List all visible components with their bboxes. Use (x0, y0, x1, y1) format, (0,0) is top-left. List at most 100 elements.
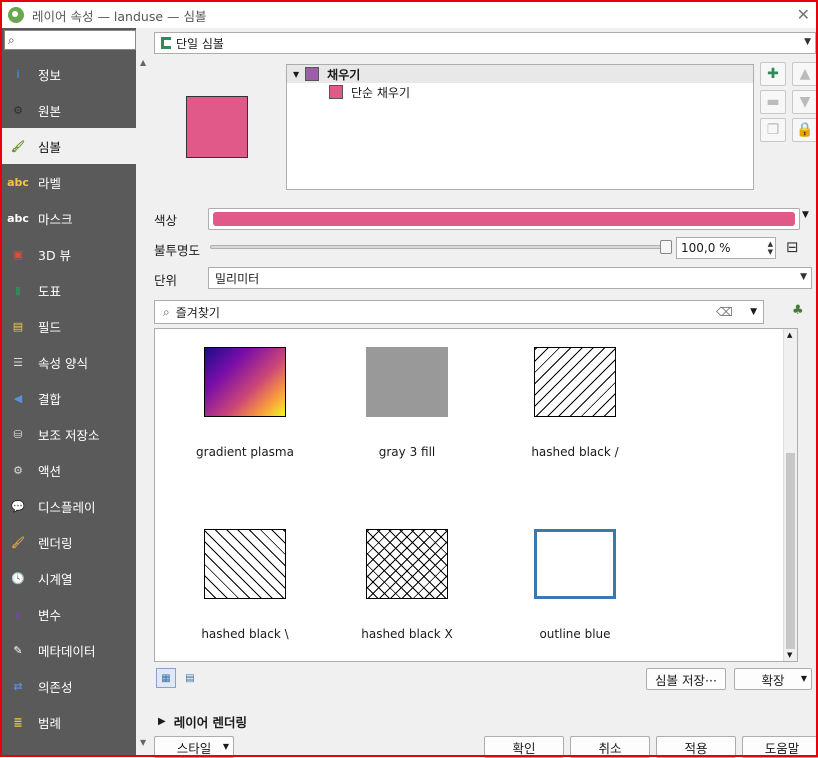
legend-icon: ≣ (13, 715, 23, 729)
unit-value: 밀리미터 (215, 271, 260, 286)
search-icon: ⌕ (163, 304, 170, 319)
color-dropdown-icon[interactable]: ▼ (802, 210, 809, 220)
gallery-scrollbar[interactable]: ▲ ▼ (783, 329, 797, 661)
source-gears-icon: ⚙ (13, 103, 23, 117)
metadata-icon: ✎ (13, 643, 23, 657)
add-symbol-layer-button[interactable]: ✚ (760, 62, 786, 86)
hash-back-swatch (204, 529, 286, 599)
sidebar-item-label: 속성 양식 (38, 355, 88, 371)
advanced-button[interactable]: 확장 ▼ (734, 668, 812, 690)
sidebar-item-4[interactable]: abc 라벨 (2, 164, 138, 200)
gallery-item[interactable]: gradient plasma (165, 347, 325, 459)
lock-icon: 🔒 (796, 122, 814, 138)
duplicate-layer-button[interactable]: ❐ (760, 118, 786, 142)
scroll-down-icon[interactable]: ▼ (140, 738, 146, 747)
sidebar-item-18[interactable]: ⇄ 의존성 (2, 668, 138, 704)
gray-fill-swatch (366, 347, 448, 417)
sidebar-item-2[interactable]: ⚙ 원본 (2, 92, 138, 128)
opacity-spinbox[interactable]: 100,0 % ▲ ▼ (676, 237, 776, 259)
sidebar-item-15[interactable]: 🕓 시계열 (2, 560, 138, 596)
sidebar-item-6[interactable]: ▣ 3D 뷰 (2, 236, 138, 272)
ok-label: 확인 (512, 740, 536, 756)
cancel-label: 취소 (598, 740, 622, 756)
tree-child-label: 단순 채우기 (351, 85, 411, 100)
scroll-up-icon[interactable]: ▲ (140, 58, 146, 67)
gallery-item[interactable]: gray 3 fill (327, 347, 487, 459)
variable-epsilon-icon: ε (14, 607, 22, 621)
cancel-button[interactable]: 취소 (570, 736, 650, 758)
sidebar-item-13[interactable]: 💬 디스플레이 (2, 488, 138, 524)
list-view-button[interactable]: ▤ (180, 668, 200, 688)
unit-select[interactable]: 밀리미터 ▼ (208, 267, 812, 289)
spin-arrows-icon[interactable]: ▲ ▼ (768, 240, 773, 256)
scroll-up-icon[interactable]: ▲ (787, 331, 792, 339)
style-manager-icon[interactable]: ♣ (792, 303, 804, 318)
lock-layer-button[interactable]: 🔒 (792, 118, 818, 142)
scroll-down-icon[interactable]: ▼ (787, 651, 792, 659)
sidebar-item-14[interactable]: 🖌 렌더링 (2, 524, 138, 560)
sidebar-item-1[interactable]: i 정보 (2, 56, 138, 92)
symbol-layer-tree[interactable]: ▼ 채우기 단순 채우기 (286, 64, 754, 190)
sidebar-item-17[interactable]: ✎ 메타데이터 (2, 632, 138, 668)
info-icon: i (16, 67, 20, 81)
sidebar-search-input[interactable]: ⌕ (4, 30, 136, 50)
expand-triangle-icon[interactable]: ▼ (293, 70, 299, 79)
rendering-brush-icon: 🖌 (11, 535, 25, 549)
search-icon: ⌕ (8, 32, 15, 47)
color-picker-button[interactable] (208, 208, 800, 230)
remove-symbol-layer-button[interactable]: ▬ (760, 90, 786, 114)
save-symbol-button[interactable]: 심볼 저장··· (646, 668, 726, 690)
sidebar-item-12[interactable]: ⚙ 액션 (2, 452, 138, 488)
sidebar-item-label: 액션 (38, 463, 62, 479)
sidebar-item-label: 심볼 (38, 139, 62, 155)
sidebar-item-label: 디스플레이 (38, 499, 96, 515)
sidebar-item-label: 범례 (38, 715, 62, 731)
move-down-button[interactable]: ▼ (792, 90, 818, 114)
close-icon[interactable]: ✕ (797, 5, 810, 24)
scroll-thumb[interactable] (786, 453, 795, 649)
gallery-item[interactable]: hashed black \ (165, 529, 325, 641)
chevron-down-icon[interactable]: ▼ (750, 307, 757, 317)
sidebar-item-5[interactable]: abc 마스크 (2, 200, 138, 236)
sidebar-item-11[interactable]: ⛁ 보조 저장소 (2, 416, 138, 452)
symbol-gallery: gradient plasma gray 3 fill hashed black… (154, 328, 798, 662)
opacity-slider-track[interactable] (210, 245, 664, 249)
chevron-down-icon: ▼ (800, 674, 807, 683)
sidebar-item-9[interactable]: ☰ 속성 양식 (2, 344, 138, 380)
sidebar-item-8[interactable]: ▤ 필드 (2, 308, 138, 344)
sidebar-item-16[interactable]: ε 변수 (2, 596, 138, 632)
tree-child-simple-fill[interactable]: 단순 채우기 (287, 83, 753, 101)
display-bubble-icon: 💬 (11, 499, 25, 513)
fields-table-icon: ▤ (12, 319, 24, 333)
gallery-item[interactable]: hashed black / (495, 347, 655, 459)
renderer-type-select[interactable]: 단일 심볼 ▼ (154, 32, 816, 54)
help-button[interactable]: 도움말 (742, 736, 818, 758)
style-button[interactable]: 스타일 ▼ (154, 736, 234, 758)
sidebar-item-19[interactable]: ≣ 범례 (2, 704, 138, 740)
sidebar-item-10[interactable]: ◀ 결합 (2, 380, 138, 416)
paintbrush-icon: 🖌 (11, 139, 25, 153)
sidebar-item-7[interactable]: ▮ 도표 (2, 272, 138, 308)
tree-root-fill[interactable]: ▼ 채우기 (287, 65, 753, 83)
sidebar-scrollbar[interactable]: ▲ ▼ (136, 28, 152, 755)
data-defined-override-icon[interactable]: ⊟ (786, 238, 799, 256)
favorites-search[interactable]: ⌕ 즐겨찾기 ⌫ ▼ (154, 300, 764, 324)
icon-view-button[interactable]: ▦ (156, 668, 176, 688)
sidebar-item-label: 보조 저장소 (38, 427, 100, 443)
gallery-item-label: gray 3 fill (378, 445, 436, 459)
layer-rendering-section[interactable]: ▶ 레이어 렌더링 (158, 712, 247, 731)
gallery-item[interactable]: hashed black X (327, 529, 487, 641)
apply-button[interactable]: 적용 (656, 736, 736, 758)
move-up-button[interactable]: ▲ (792, 62, 818, 86)
opacity-slider-handle[interactable] (660, 240, 672, 254)
ok-button[interactable]: 확인 (484, 736, 564, 758)
gallery-item-label: outline blue (539, 627, 611, 641)
gallery-item-label: hashed black / (531, 445, 619, 459)
simple-fill-swatch (329, 85, 343, 99)
sidebar-item-3[interactable]: 🖌 심볼 (2, 128, 138, 164)
gallery-item[interactable]: outline blue (495, 529, 655, 641)
clear-search-icon[interactable]: ⌫ (716, 305, 733, 319)
sidebar-item-label: 시계열 (38, 571, 73, 587)
action-gear-icon: ⚙ (13, 463, 23, 477)
sidebar: ⌕ i 정보 ⚙ 원본 🖌 심볼 abc 라벨 abc 마스크 ▣ 3D 뷰 ▮ 도표 ▤ 필드 ☰ 속성 양식 ◀… (2, 28, 138, 755)
